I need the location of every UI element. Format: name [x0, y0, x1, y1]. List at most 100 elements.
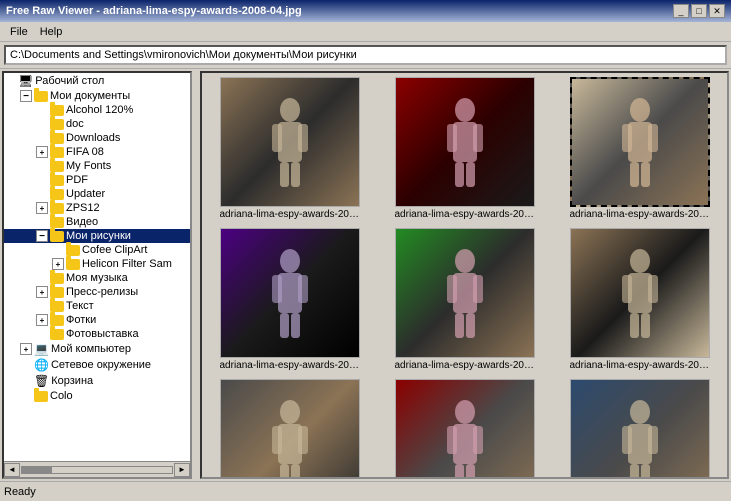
- tree-item-netenv[interactable]: 🌐Сетевое окружение: [4, 357, 190, 373]
- tree-item-doc[interactable]: doc: [4, 117, 190, 131]
- tree-item-colo[interactable]: Colo: [4, 389, 190, 403]
- image-cell-5[interactable]: adriana-lima-espy-awards-2008...: [556, 228, 723, 371]
- tree-item-basket[interactable]: 🗑Корзина: [4, 373, 190, 389]
- tree-item-photoshow[interactable]: Фотовыставка: [4, 327, 190, 341]
- tree-label: Downloads: [66, 132, 120, 144]
- minimize-button[interactable]: _: [673, 4, 689, 18]
- tree-item-fifa[interactable]: + FIFA 08: [4, 145, 190, 159]
- tree-item-desktop[interactable]: 🖥Рабочий стол: [4, 73, 190, 89]
- tree-item-zps12[interactable]: + ZPS12: [4, 201, 190, 215]
- scroll-left-btn[interactable]: ◄: [4, 463, 20, 477]
- desktop-icon: 🖥: [18, 74, 33, 88]
- panel-splitter[interactable]: [194, 69, 198, 481]
- tree-item-helicon[interactable]: +Helicon Filter Sam: [4, 257, 190, 271]
- tree-item-mycomp[interactable]: +💻Мой компьютер: [4, 341, 190, 357]
- tree-expander[interactable]: +: [36, 146, 48, 158]
- maximize-button[interactable]: □: [691, 4, 707, 18]
- tree-expander[interactable]: +: [20, 343, 32, 355]
- folder-icon: [50, 329, 64, 340]
- image-cell-4[interactable]: adriana-lima-espy-awards-2008...: [381, 228, 548, 371]
- tree-label: Фотки: [66, 314, 96, 326]
- title-text: Free Raw Viewer - adriana-lima-espy-awar…: [6, 5, 302, 17]
- tree-label: PDF: [66, 174, 88, 186]
- image-panel[interactable]: adriana-lima-espy-awards-2008... adriana…: [200, 71, 729, 479]
- hscroll-thumb[interactable]: [22, 467, 52, 473]
- tree-label: Updater: [66, 188, 105, 200]
- figure-svg: [435, 92, 495, 192]
- tree-content[interactable]: 🖥Рабочий стол−Мои документыAlcohol 120%d…: [4, 73, 190, 461]
- image-thumbnail-8: [570, 379, 710, 479]
- tree-item-press[interactable]: +Пресс-релизы: [4, 285, 190, 299]
- folder-icon: [50, 231, 64, 242]
- figure-svg: [260, 394, 320, 479]
- folder-icon: [50, 315, 64, 326]
- folder-icon: [50, 217, 64, 228]
- address-input[interactable]: [4, 45, 727, 65]
- status-text: Ready: [4, 486, 36, 498]
- tree-horizontal-scrollbar[interactable]: ◄ ►: [4, 461, 190, 477]
- tree-expander[interactable]: +: [36, 202, 48, 214]
- tree-label: Моя музыка: [66, 272, 128, 284]
- main-area: 🖥Рабочий стол−Мои документыAlcohol 120%d…: [0, 69, 731, 481]
- folder-icon: [50, 287, 64, 298]
- menu-bar: File Help: [0, 22, 731, 42]
- tree-label: Cofee ClipArt: [82, 244, 147, 256]
- title-bar: Free Raw Viewer - adriana-lima-espy-awar…: [0, 0, 731, 22]
- tree-expander[interactable]: +: [52, 258, 64, 270]
- image-cell-2[interactable]: adriana-lima-espy-awards-2008-0 4.jpg: [556, 77, 723, 220]
- image-grid: adriana-lima-espy-awards-2008... adriana…: [206, 77, 723, 479]
- tree-item-mypics[interactable]: −Мои рисунки: [4, 229, 190, 243]
- menu-file[interactable]: File: [4, 24, 34, 40]
- tree-label: doc: [66, 118, 84, 130]
- image-cell-8[interactable]: adriana-lima-espy-awards-2008...: [556, 379, 723, 479]
- image-cell-6[interactable]: adriana-lima-espy-awards-2008...: [206, 379, 373, 479]
- tree-item-video[interactable]: Видео: [4, 215, 190, 229]
- image-label-0: adriana-lima-espy-awards-2008...: [220, 209, 360, 220]
- folder-icon: [50, 119, 64, 130]
- figure-svg: [610, 243, 670, 343]
- folder-icon: [50, 133, 64, 144]
- tree-label: Мои документы: [50, 90, 130, 102]
- tree-expander[interactable]: +: [36, 286, 48, 298]
- tree-item-photos[interactable]: + Фотки: [4, 313, 190, 327]
- tree-item-cofee[interactable]: Cofee ClipArt: [4, 243, 190, 257]
- window-controls: _ □ ✕: [673, 4, 725, 18]
- tree-item-mymusic[interactable]: Моя музыка: [4, 271, 190, 285]
- image-thumbnail-5: [570, 228, 710, 358]
- network-icon: 🌐: [34, 358, 49, 372]
- tree-item-alcohol[interactable]: Alcohol 120%: [4, 103, 190, 117]
- folder-icon: [50, 203, 64, 214]
- tree-item-downloads[interactable]: Downloads: [4, 131, 190, 145]
- image-thumbnail-6: [220, 379, 360, 479]
- hscroll-track[interactable]: [21, 466, 173, 474]
- tree-expander[interactable]: −: [36, 230, 48, 242]
- file-tree-panel: 🖥Рабочий стол−Мои документыAlcohol 120%d…: [2, 71, 192, 479]
- close-button[interactable]: ✕: [709, 4, 725, 18]
- figure-svg: [260, 92, 320, 192]
- tree-item-myfonts[interactable]: My Fonts: [4, 159, 190, 173]
- folder-icon: [66, 245, 80, 256]
- tree-expander[interactable]: −: [20, 90, 32, 102]
- image-thumbnail-3: [220, 228, 360, 358]
- tree-label: ZPS12: [66, 202, 100, 214]
- folder-icon: [50, 147, 64, 158]
- image-cell-3[interactable]: adriana-lima-espy-awards-2008...: [206, 228, 373, 371]
- tree-item-updater[interactable]: Updater: [4, 187, 190, 201]
- folder-icon: [50, 175, 64, 186]
- figure-svg: [610, 394, 670, 479]
- scroll-right-btn[interactable]: ►: [174, 463, 190, 477]
- menu-help[interactable]: Help: [34, 24, 69, 40]
- tree-label: Корзина: [51, 375, 93, 387]
- tree-label: FIFA 08: [66, 146, 104, 158]
- tree-item-mydocs[interactable]: − Мои документы: [4, 89, 190, 103]
- image-cell-0[interactable]: adriana-lima-espy-awards-2008...: [206, 77, 373, 220]
- tree-item-text[interactable]: Текст: [4, 299, 190, 313]
- tree-label: My Fonts: [66, 160, 111, 172]
- tree-item-pdf[interactable]: PDF: [4, 173, 190, 187]
- image-thumbnail-1: [395, 77, 535, 207]
- image-thumbnail-2: [570, 77, 710, 207]
- image-cell-1[interactable]: adriana-lima-espy-awards-2008...: [381, 77, 548, 220]
- image-cell-7[interactable]: adriana-lima-espy-awards-2008...: [381, 379, 548, 479]
- tree-expander[interactable]: +: [36, 314, 48, 326]
- image-thumbnail-7: [395, 379, 535, 479]
